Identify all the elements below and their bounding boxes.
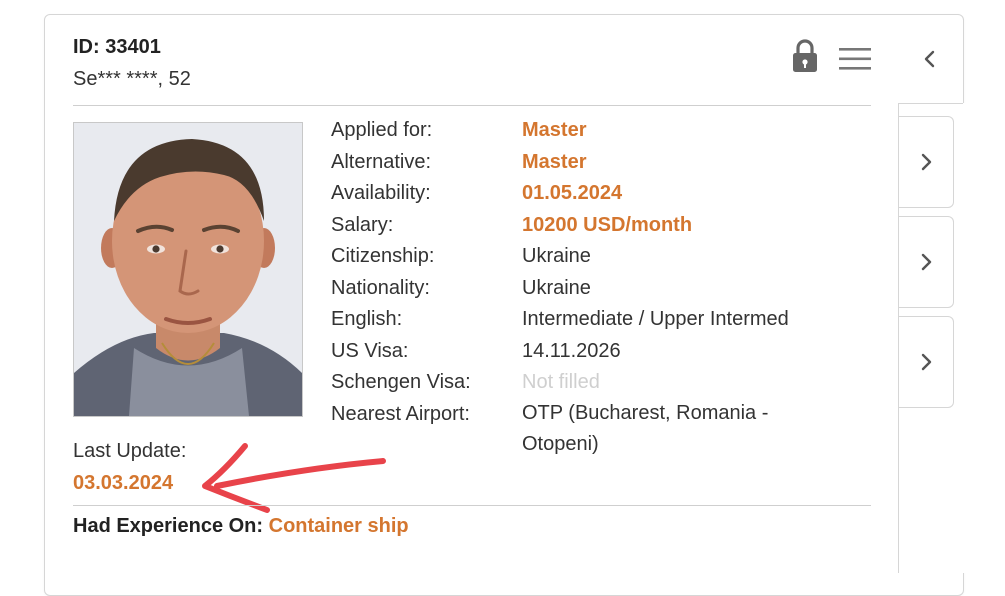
candidate-id: ID: 33401 <box>73 36 161 58</box>
experience-value[interactable]: Container ship <box>269 515 409 537</box>
detail-row-english: English: Intermediate / Upper Intermed <box>331 308 891 340</box>
header-divider <box>73 105 871 106</box>
last-update-date: 03.03.2024 <box>73 472 174 494</box>
hamburger-menu-icon[interactable] <box>838 45 872 73</box>
experience-line: Had Experience On: Container ship <box>73 515 409 538</box>
lock-icon[interactable] <box>790 38 820 74</box>
detail-label: Availability: <box>331 182 431 204</box>
detail-value: Not filled <box>522 371 600 393</box>
detail-label: Citizenship: <box>331 245 435 267</box>
detail-row-alternative: Alternative: Master <box>331 151 891 183</box>
detail-value: 10200 USD/month <box>522 213 693 236</box>
experience-divider <box>73 505 871 506</box>
detail-row-availability: Availability: 01.05.2024 <box>331 182 891 214</box>
detail-value: Intermediate / Upper Intermed <box>522 308 789 330</box>
candidate-name-age: Se*** ****, 52 <box>73 68 191 90</box>
chevron-right-icon <box>921 153 932 171</box>
detail-label: Alternative: <box>331 150 432 173</box>
last-update-label: Last Update: <box>73 440 187 462</box>
detail-value: 01.05.2024 <box>522 182 623 204</box>
detail-label: US Visa: <box>331 339 409 362</box>
chevron-right-icon <box>921 353 932 371</box>
detail-label: Schengen Visa: <box>331 371 471 393</box>
detail-value: Master <box>522 119 587 141</box>
candidate-photo <box>73 122 303 417</box>
detail-value: OTP (Bucharest, Romania - Otopeni) <box>522 401 769 456</box>
detail-row-applied-for: Applied for: Master <box>331 119 891 151</box>
side-tab-3[interactable] <box>899 316 954 408</box>
detail-row-nearest-airport: Nearest Airport: OTP (Bucharest, Romania… <box>331 402 891 469</box>
detail-value: Ukraine <box>522 276 591 299</box>
card-edge-top <box>898 103 963 104</box>
detail-row-nationality: Nationality: Ukraine <box>331 277 891 309</box>
detail-value: 14.11.2026 <box>522 339 621 362</box>
side-tab-2[interactable] <box>899 216 954 308</box>
side-tab-1[interactable] <box>899 116 954 208</box>
detail-label: Nearest Airport: <box>331 402 470 425</box>
detail-label: Nationality: <box>331 276 430 299</box>
collapse-button[interactable] <box>899 15 961 102</box>
detail-label: Applied for: <box>331 119 433 141</box>
detail-row-salary: Salary: 10200 USD/month <box>331 214 891 246</box>
detail-row-us-visa: US Visa: 14.11.2026 <box>331 340 891 372</box>
chevron-left-icon <box>924 50 935 67</box>
detail-value: Master <box>522 150 587 173</box>
detail-value: Ukraine <box>522 245 591 267</box>
detail-row-citizenship: Citizenship: Ukraine <box>331 245 891 277</box>
detail-label: Salary: <box>331 213 394 236</box>
experience-label: Had Experience On: <box>73 515 264 537</box>
detail-label: English: <box>331 308 403 330</box>
details-list: Applied for: Master Alternative: Master … <box>331 119 891 469</box>
annotation-arrow-icon <box>202 443 386 513</box>
chevron-right-icon <box>921 253 932 271</box>
